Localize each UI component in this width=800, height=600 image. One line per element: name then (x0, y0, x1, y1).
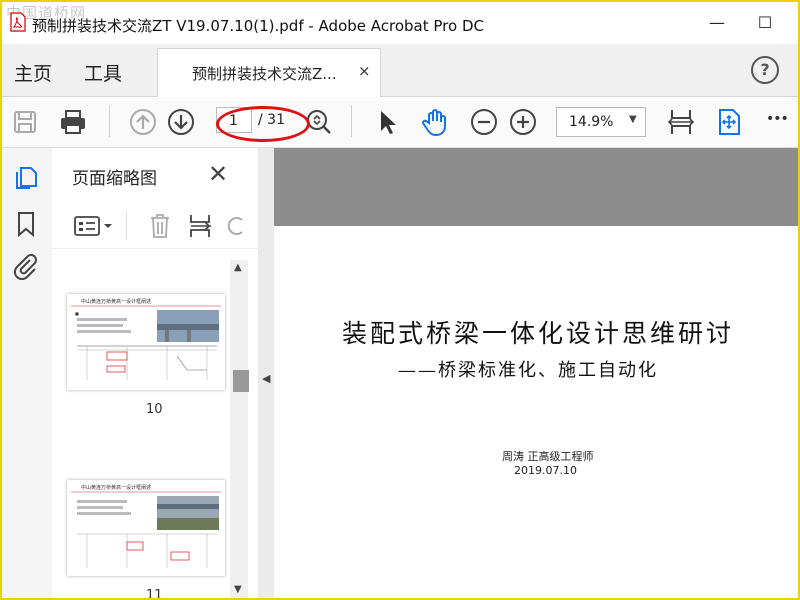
svg-text:■: ■ (75, 311, 79, 316)
document-title: 装配式桥梁一体化设计思维研讨 (342, 319, 735, 348)
previous-page-icon[interactable] (128, 107, 158, 137)
zoom-value: 14.9% (569, 114, 614, 130)
collapse-arrow-icon[interactable]: ◀ (262, 372, 270, 385)
panel-toolbar (52, 204, 258, 249)
title-bar: 中国道桥网 预制拼装技术交流ZT V19.07.10(1).pdf - Adob… (2, 2, 798, 44)
full-screen-icon[interactable] (714, 107, 744, 137)
delete-icon[interactable] (148, 212, 172, 240)
thumbnail-number: 11 (146, 588, 163, 598)
panel-title: 页面缩略图 (72, 169, 157, 189)
pdf-page: 装配式桥梁一体化设计思维研讨 ——桥梁标准化、施工自动化 周涛 正高级工程师 2… (274, 226, 798, 598)
scroll-up-icon[interactable]: ▲ (234, 262, 242, 273)
thumbnail-page-10[interactable]: 中山黄连万桥黄高一设计框阐述 ■ (67, 294, 225, 390)
thumbnail-11-preview: 中山黄连万桥黄高一设计框阐述 (71, 484, 221, 568)
scrollbar-thumb[interactable] (233, 370, 249, 392)
thumbnail-page-11[interactable]: 中山黄连万桥黄高一设计框阐述 (67, 480, 225, 576)
panel-collapse-bar[interactable]: ◀ (258, 148, 274, 598)
more-tools-icon[interactable]: ••• (766, 111, 789, 127)
toolbar-separator (109, 105, 110, 137)
hand-tool-icon[interactable] (420, 107, 450, 137)
scroll-down-icon[interactable]: ▼ (234, 584, 242, 595)
select-cursor-icon[interactable] (372, 107, 402, 137)
red-annotation-circle (216, 106, 310, 142)
thumbnail-heading: 中山黄连万桥黄高一设计框阐述 (81, 484, 151, 491)
options-menu-icon[interactable] (74, 214, 114, 238)
chevron-down-icon: ▼ (629, 114, 637, 125)
page-thumbnails-panel: 页面缩略图 ✕ 中山黄连万桥黄高一设计框阐述 ■ 10 中山黄连万桥黄高一设计框… (52, 148, 259, 598)
help-icon[interactable]: ? (751, 56, 779, 84)
thumbnail-number: 10 (146, 402, 163, 417)
document-tab[interactable]: 预制拼装技术交流Z... × (157, 48, 381, 97)
zoom-select[interactable]: 14.9% ▼ (556, 107, 646, 137)
page-thumbnails-icon[interactable] (12, 164, 40, 192)
left-navigation-rail (2, 148, 53, 598)
toolbar-separator (351, 105, 352, 137)
thumbnail-heading: 中山黄连万桥黄高一设计框阐述 (81, 298, 151, 305)
print-icon[interactable] (58, 107, 88, 137)
zoom-out-icon[interactable] (469, 107, 499, 137)
tab-close-button[interactable]: × (358, 62, 371, 80)
document-date: 2019.07.10 (514, 464, 577, 477)
bookmark-icon[interactable] (12, 210, 40, 238)
next-page-icon[interactable] (166, 107, 196, 137)
app-window: 中国道桥网 预制拼装技术交流ZT V19.07.10(1).pdf - Adob… (0, 0, 800, 600)
attachment-icon[interactable] (12, 252, 40, 280)
tab-label: 预制拼装技术交流Z... (192, 65, 337, 83)
save-icon[interactable] (10, 107, 40, 137)
menu-tools[interactable]: 工具 (84, 59, 122, 86)
thumbnail-scrollbar[interactable] (230, 260, 248, 598)
pdf-file-icon (10, 12, 26, 32)
menu-home[interactable]: 主页 (14, 59, 52, 86)
window-title: 预制拼装技术交流ZT V19.07.10(1).pdf - Adobe Acro… (32, 17, 484, 35)
minimize-button[interactable]: — (702, 12, 732, 34)
extract-pages-icon[interactable] (188, 212, 214, 240)
rotate-icon[interactable] (228, 214, 248, 238)
menu-bar: 主页 工具 预制拼装技术交流Z... × ? (2, 44, 798, 97)
fit-page-icon[interactable] (666, 107, 696, 137)
document-subtitle: ——桥梁标准化、施工自动化 (398, 360, 658, 381)
maximize-button[interactable]: ☐ (750, 12, 780, 34)
toolbar: 1 / 31 14.9% ▼ ••• (2, 97, 798, 148)
document-author: 周涛 正高级工程师 (502, 450, 594, 463)
panel-toolbar-separator (126, 212, 127, 240)
document-view[interactable]: 装配式桥梁一体化设计思维研讨 ——桥梁标准化、施工自动化 周涛 正高级工程师 2… (274, 148, 798, 598)
zoom-in-icon[interactable] (508, 107, 538, 137)
close-icon[interactable]: ✕ (208, 160, 228, 188)
thumbnail-10-preview: 中山黄连万桥黄高一设计框阐述 ■ (71, 298, 221, 380)
